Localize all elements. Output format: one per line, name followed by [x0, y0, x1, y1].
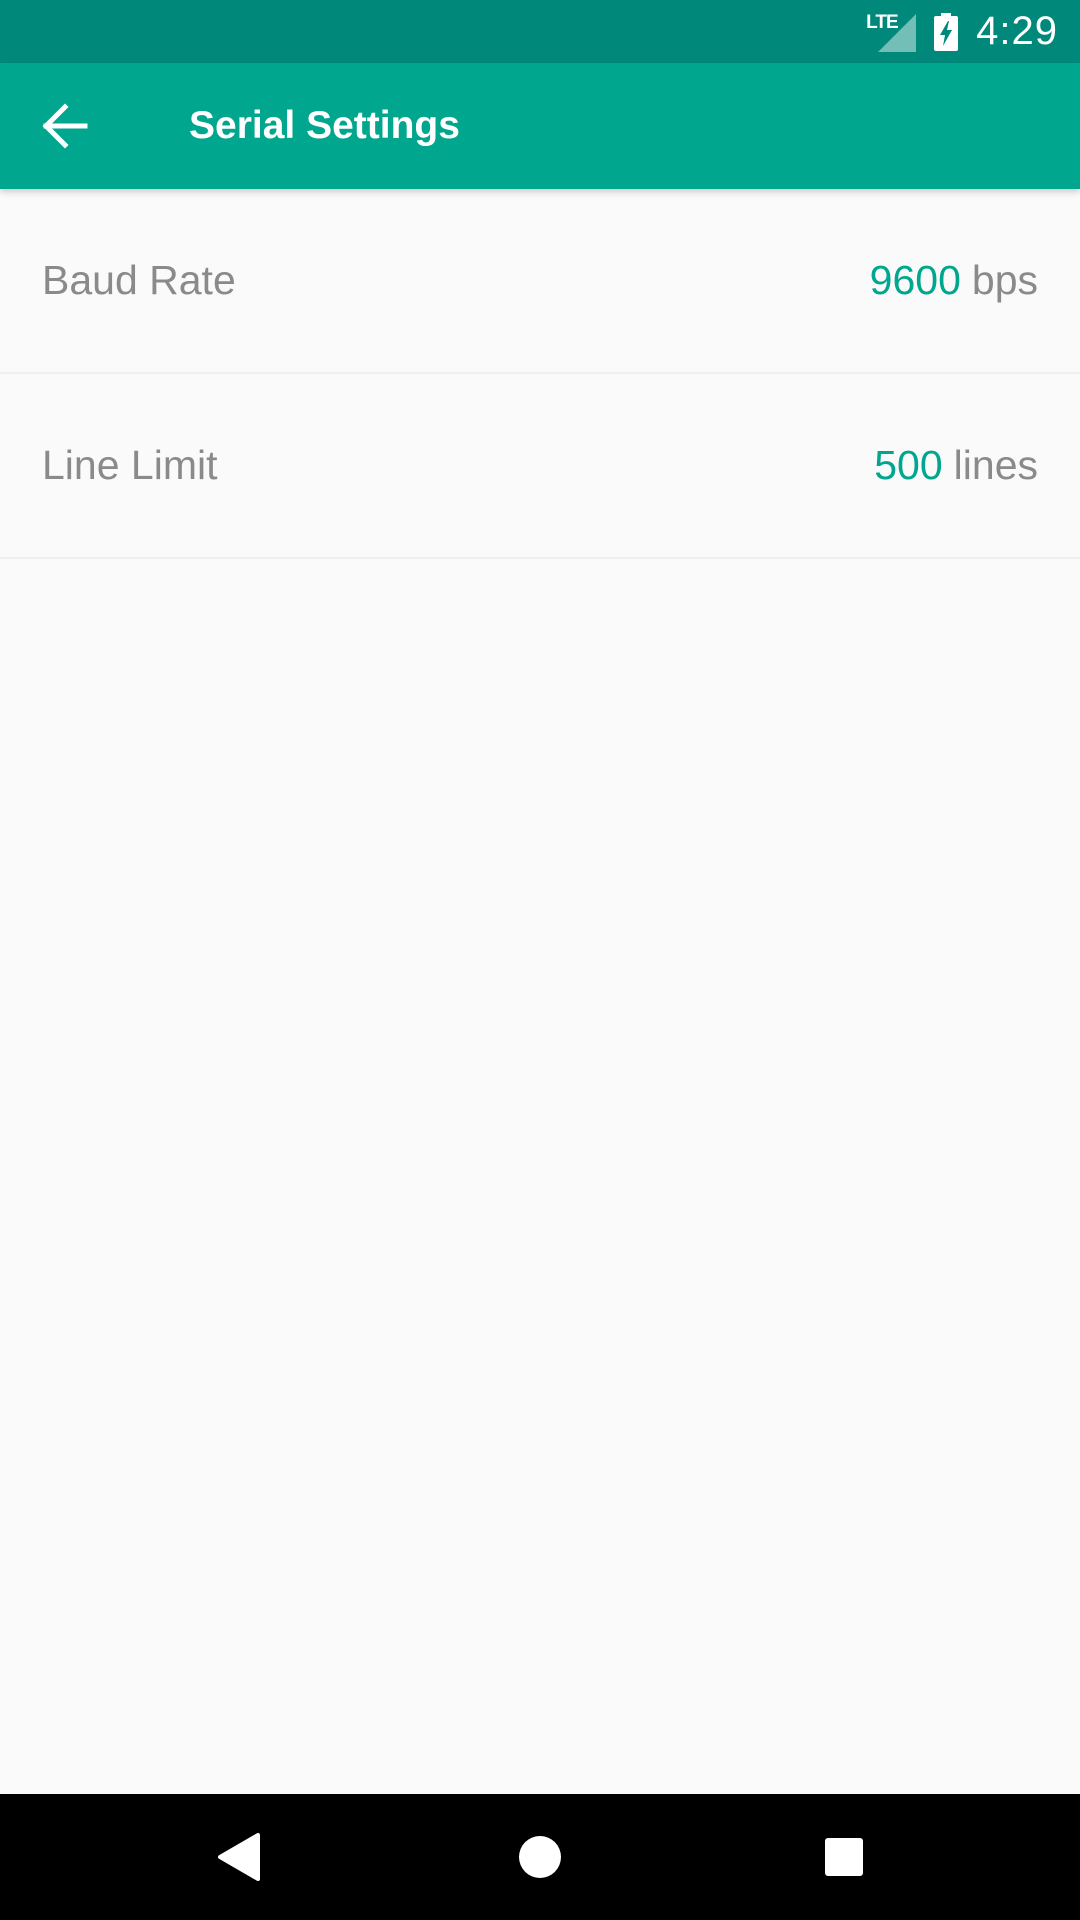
nav-recents-button[interactable] [814, 1827, 874, 1887]
status-indicators: LTE 4:29 [866, 0, 1058, 63]
setting-value: 500 lines [874, 374, 1038, 557]
nav-home-circle-icon [519, 1836, 561, 1878]
status-time: 4:29 [976, 9, 1058, 53]
nav-recents-square-icon [825, 1838, 863, 1876]
line-limit-unit: lines [953, 442, 1038, 488]
back-button[interactable] [30, 91, 100, 161]
battery-charging-icon [934, 12, 959, 51]
arrow-back-icon [42, 103, 88, 149]
baud-rate-value: 9600 [869, 257, 961, 303]
settings-list: Baud Rate 9600 bps Line Limit 500 lines [0, 189, 1080, 559]
setting-label: Baud Rate [42, 257, 236, 303]
setting-value: 9600 bps [870, 189, 1038, 372]
signal-strength-icon [878, 13, 917, 52]
nav-back-triangle-icon [218, 1833, 260, 1881]
app-bar: Serial Settings [0, 63, 1080, 189]
page-title: Serial Settings [189, 104, 460, 147]
screen: LTE 4:29 Serial Settings Baud Rate 9600 … [0, 0, 1080, 1920]
status-bar: LTE 4:29 [0, 0, 1080, 63]
baud-rate-unit: bps [971, 257, 1038, 303]
system-nav-bar [0, 1794, 1080, 1920]
nav-back-button[interactable] [208, 1827, 268, 1887]
setting-label: Line Limit [42, 442, 218, 488]
line-limit-value: 500 [874, 442, 943, 488]
setting-row-baud-rate[interactable]: Baud Rate 9600 bps [0, 189, 1080, 374]
setting-row-line-limit[interactable]: Line Limit 500 lines [0, 374, 1080, 559]
cell-signal-indicator: LTE [866, 12, 917, 52]
nav-home-button[interactable] [510, 1827, 570, 1887]
